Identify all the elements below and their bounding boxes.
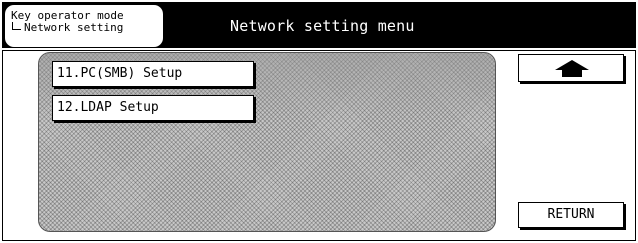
return-button[interactable]: RETURN [518,202,624,228]
page-title: Network setting menu [230,17,415,35]
breadcrumb-section: Network setting [24,21,124,34]
title-bar: Key operator mode Network setting Networ… [2,2,636,48]
breadcrumb: Key operator mode Network setting [4,4,164,48]
up-button[interactable] [518,54,624,82]
pc-smb-setup-button[interactable]: 11.PC(SMB) Setup [52,61,254,87]
up-arrow-icon [555,60,589,77]
tree-branch-icon [12,22,21,30]
ldap-setup-button[interactable]: 12.LDAP Setup [52,95,254,121]
